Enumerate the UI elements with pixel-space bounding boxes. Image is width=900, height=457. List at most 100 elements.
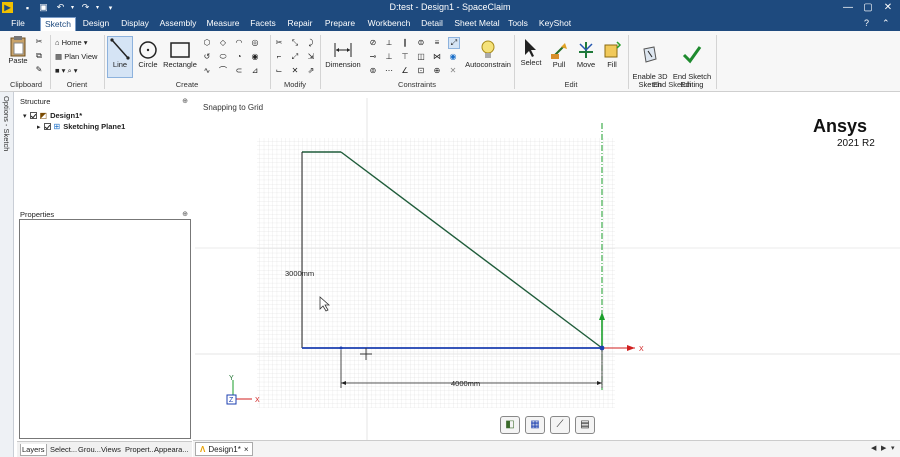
spline-icon[interactable]: ∿ <box>202 66 212 76</box>
collapse-ribbon-icon[interactable]: ⌃ <box>882 18 890 29</box>
fillet-icon[interactable]: ⌙ <box>274 66 284 76</box>
radius-icon[interactable]: ⊕ <box>432 66 442 76</box>
collapse-arrow-icon[interactable]: ▾ <box>23 112 27 120</box>
tab-detail[interactable]: Detail <box>418 17 446 31</box>
constraint-display-icon[interactable]: ⤢ <box>448 37 460 49</box>
point-icon[interactable]: ◉ <box>250 52 260 62</box>
slot-icon[interactable]: ⊂ <box>234 66 244 76</box>
autoconstrain-button[interactable]: Autoconstrain <box>465 39 511 69</box>
coincident-icon[interactable]: ⊜ <box>416 38 426 48</box>
equal-icon[interactable]: ≡ <box>432 38 442 48</box>
format-painter-icon[interactable]: ✎ <box>34 65 44 75</box>
home-button[interactable]: ⌂ Home ▾ <box>55 39 88 47</box>
tab-keyshot[interactable]: KeyShot <box>537 17 573 31</box>
tab-layers[interactable]: Layers <box>20 444 47 456</box>
project-icon[interactable]: ⇗ <box>306 66 316 76</box>
tab-views[interactable]: Views <box>100 444 122 456</box>
paste-button[interactable]: Paste <box>6 35 30 65</box>
tab-list-icon[interactable]: ▾ <box>891 444 895 452</box>
corner-icon[interactable]: ⌐ <box>274 52 284 62</box>
sketch-point[interactable] <box>339 346 343 350</box>
tab-file[interactable]: File <box>4 17 32 31</box>
three-point-arc-icon[interactable]: ⌒ <box>218 66 228 76</box>
tab-sheet-metal[interactable]: Sheet Metal <box>451 17 503 31</box>
rectangle-tool-button[interactable]: Rectangle <box>162 39 198 69</box>
offset-icon[interactable]: ◎ <box>250 38 260 48</box>
scroll-right-icon[interactable]: ▶ <box>881 444 886 452</box>
sketch-mode-icon[interactable]: ▦ <box>525 416 545 434</box>
view-cube-button[interactable]: ■ ▾ ⌕ ▾ <box>55 67 78 75</box>
close-tab-icon[interactable]: × <box>244 443 249 456</box>
maximize-button[interactable]: ▢ <box>858 1 878 15</box>
dimension-vertical-label[interactable]: 3000mm <box>285 269 314 278</box>
tab-repair[interactable]: Repair <box>284 17 316 31</box>
tree-item-sketching-plane[interactable]: ▸ ⊞ Sketching Plane1 <box>37 122 125 131</box>
select-button[interactable]: Select <box>518 37 544 67</box>
tree-item-design1[interactable]: ▾ ◩ Design1* <box>23 111 82 120</box>
design-viewport[interactable]: X 4000mm 3000mm Y X Z Snapping to Grid A… <box>195 98 900 440</box>
tab-design[interactable]: Design <box>80 17 112 31</box>
vertical-icon[interactable]: ⊥ <box>384 52 394 62</box>
extend-icon[interactable]: ⤢ <box>290 52 300 62</box>
split-curve-icon[interactable]: ⤡ <box>290 38 300 48</box>
help-icon[interactable]: ? <box>864 18 869 28</box>
lock-icon[interactable]: ⊡ <box>416 66 426 76</box>
pull-button[interactable]: Pull <box>547 39 571 69</box>
angle-icon[interactable]: ∠ <box>400 66 410 76</box>
symmetric-icon[interactable]: ⋈ <box>432 52 442 62</box>
section-icon[interactable]: ⟋ <box>550 416 570 434</box>
solid-view-icon[interactable]: ◧ <box>500 416 520 434</box>
horizontal-icon[interactable]: ⊸ <box>368 52 378 62</box>
origin-point[interactable] <box>599 345 605 351</box>
sweep-arc-icon[interactable]: ◔ <box>234 52 244 62</box>
concentric-icon[interactable]: ⊚ <box>368 66 378 76</box>
tangent-icon[interactable]: ⊤ <box>400 52 410 62</box>
trim-icon[interactable]: ✂ <box>274 38 284 48</box>
visibility-checkbox[interactable] <box>29 112 37 119</box>
tab-measure[interactable]: Measure <box>203 17 243 31</box>
face-curve-icon[interactable]: ⊿ <box>250 66 260 76</box>
polygon-icon[interactable]: ⬡ <box>202 38 212 48</box>
perpendicular-icon[interactable]: ⟂ <box>384 38 394 48</box>
sketch-canvas[interactable]: X 4000mm 3000mm Y X Z <box>195 98 900 440</box>
tangent-arc-icon[interactable]: ↺ <box>202 52 212 62</box>
options-sketch-sidebar-tab[interactable]: Options - Sketch <box>0 92 14 457</box>
scroll-left-icon[interactable]: ◀ <box>871 444 876 452</box>
tab-facets[interactable]: Facets <box>247 17 279 31</box>
ellipse-icon[interactable]: ⬭ <box>218 52 228 62</box>
tab-properties[interactable]: Propert... <box>124 444 157 456</box>
cut-icon[interactable]: ✂ <box>34 37 44 47</box>
close-button[interactable]: ✕ <box>878 1 898 15</box>
tab-assembly[interactable]: Assembly <box>157 17 199 31</box>
dimension-horizontal-label[interactable]: 4000mm <box>451 379 480 388</box>
pin-icon[interactable]: ⊕ <box>182 97 188 105</box>
tab-selection[interactable]: Select... <box>49 444 78 456</box>
scale-icon[interactable]: ⇲ <box>306 52 316 62</box>
pin-icon[interactable]: ⊕ <box>182 210 188 218</box>
delete-constraint-icon[interactable]: ✕ <box>448 66 458 76</box>
tab-display[interactable]: Display <box>117 17 153 31</box>
line-tool-button[interactable]: Line <box>107 36 133 78</box>
midpoint-icon[interactable]: ◫ <box>416 52 426 62</box>
fix-icon[interactable]: ⊘ <box>368 38 378 48</box>
tab-groups[interactable]: Grou... <box>77 444 102 456</box>
dimension-button[interactable]: Dimension <box>324 39 362 69</box>
expand-arrow-icon[interactable]: ▸ <box>37 123 41 131</box>
tab-workbench[interactable]: Workbench <box>364 17 414 31</box>
arc-icon[interactable]: ◠ <box>234 38 244 48</box>
circle-tool-button[interactable]: Circle <box>136 39 160 69</box>
tab-prepare[interactable]: Prepare <box>321 17 359 31</box>
visibility-checkbox[interactable] <box>43 123 51 130</box>
parallel-icon[interactable]: ∥ <box>400 38 410 48</box>
offset-curve-icon[interactable]: ✕ <box>290 66 300 76</box>
minimize-button[interactable]: — <box>838 1 858 15</box>
tab-tools[interactable]: Tools <box>506 17 530 31</box>
plan-view-button[interactable]: ▦ Plan View <box>55 53 97 61</box>
document-tab[interactable]: Λ Design1* × <box>195 442 254 456</box>
tab-sketch[interactable]: Sketch <box>40 17 76 31</box>
collinear-icon[interactable]: ⋯ <box>384 66 394 76</box>
bend-icon[interactable]: ⤸ <box>306 38 316 48</box>
fill-button[interactable]: Fill <box>601 39 623 69</box>
mini-toolbar-icon[interactable]: ▤ <box>575 416 595 434</box>
three-point-rect-icon[interactable]: ◇ <box>218 38 228 48</box>
